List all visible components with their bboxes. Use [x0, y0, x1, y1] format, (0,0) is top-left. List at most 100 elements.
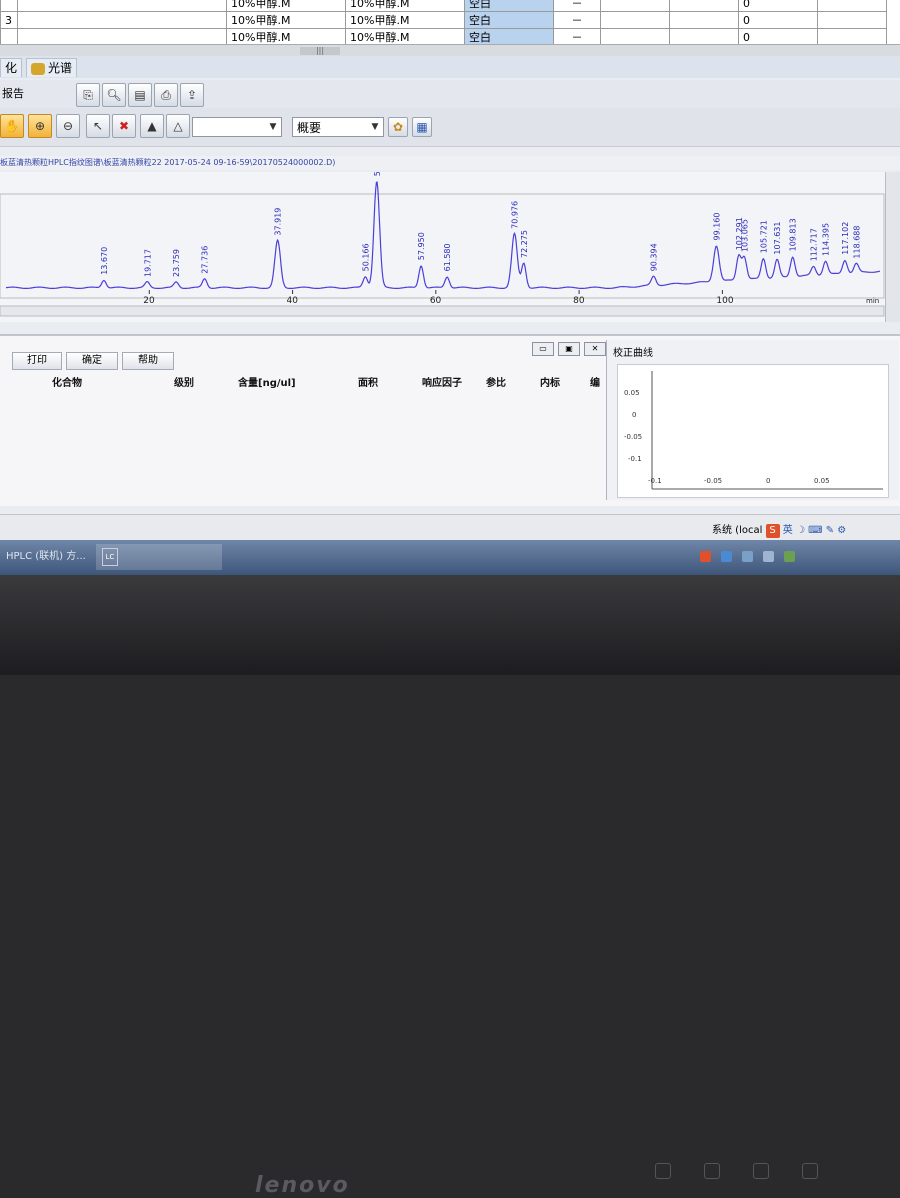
network-icon[interactable]	[721, 551, 733, 562]
taskbar-lc-window[interactable]: LC	[96, 544, 222, 570]
settings-button[interactable]: ✿	[388, 117, 408, 137]
zoom-out-button[interactable]: ⊖	[56, 114, 80, 138]
sogou-icon[interactable]	[700, 551, 711, 562]
x-tick-label: 0	[766, 477, 770, 485]
report-label: 报告	[2, 87, 24, 100]
table-row[interactable]: 3 10%甲醇.M 10%甲醇.M 空白 － 0	[0, 11, 887, 29]
zoom-in-button[interactable]: ⊕	[28, 114, 52, 138]
tab-spectrum[interactable]: 光谱	[26, 58, 78, 77]
preview-icon: 🔍︎	[106, 88, 122, 102]
peak-label: 72.275	[520, 230, 529, 258]
input-method-icon[interactable]: S	[765, 524, 780, 538]
battery-indicator-icon	[704, 1163, 721, 1179]
maximize-button[interactable]: ▣	[558, 342, 580, 356]
x-tick-label: 60	[430, 296, 442, 306]
calibration-panel: 打印 确定 帮助 ▭ ▣ ✕ 化合物 级别 含量[ng/ul] 面积 响应因子 …	[0, 334, 900, 506]
security-icon[interactable]	[784, 551, 796, 562]
table-view-button[interactable]: ▦	[412, 117, 432, 137]
y-tick-label: 0.05	[624, 389, 640, 397]
close-icon: ✕	[591, 344, 599, 353]
table-row[interactable]: 10%甲醇.M 10%甲醇.M 空白 － 0	[0, 28, 887, 46]
volume-icon[interactable]	[742, 551, 754, 562]
taskbar-hplc-window[interactable]: HPLC (联机) 方...	[0, 544, 96, 570]
peak-label: 50.166	[361, 243, 370, 271]
chart-vertical-scrollbar[interactable]	[885, 172, 900, 322]
status-bar: 系统 (local S 英 ☽ ⌨ ✎ ⚙	[0, 514, 900, 541]
col-reference[interactable]: 参比	[486, 374, 506, 389]
print-report-button[interactable]: 打印	[12, 352, 62, 370]
remove-peak-button[interactable]: △	[166, 114, 190, 138]
view-tabbar: 化 光谱	[0, 56, 900, 78]
zoom-in-icon: ⊕	[34, 119, 46, 133]
peak-label: 112.717	[810, 228, 819, 261]
chromatogram-chart[interactable]: 13.670 19.717 23.759 27.736 37.919 50.166 51.7…	[0, 172, 900, 322]
y-tick-label: -0.05	[624, 433, 642, 441]
wifi-indicator-icon	[655, 1163, 671, 1179]
preview-button[interactable]: 🔍︎	[102, 83, 126, 107]
export-icon: ⇪	[186, 88, 198, 102]
copy-button[interactable]: ⎘	[76, 83, 100, 107]
col-response-factor[interactable]: 响应因子	[422, 374, 462, 389]
minimize-button[interactable]: ▭	[532, 342, 554, 356]
peak-label: 114.395	[822, 223, 831, 256]
keyboard-icon[interactable]: 英 ☽ ⌨ ✎ ⚙	[783, 525, 846, 536]
confirm-button[interactable]: 确定	[66, 352, 118, 370]
help-button[interactable]: 帮助	[122, 352, 174, 370]
grid-icon: ▦	[416, 120, 428, 134]
select-button[interactable]: ↖	[86, 114, 110, 138]
tab-partial[interactable]: 化	[0, 58, 23, 77]
scrollbar-thumb[interactable]: |||	[300, 47, 340, 55]
delete-button[interactable]: ✖	[112, 114, 136, 138]
col-edit[interactable]: 编	[590, 374, 600, 389]
paste-button[interactable]: ▤	[128, 83, 152, 107]
signal-select[interactable]: ▼	[192, 117, 282, 137]
close-button[interactable]: ✕	[584, 342, 606, 356]
brand-logo: lenovo	[255, 1173, 350, 1198]
calibration-axes: 0.05 0 -0.05 -0.1 -0.1 -0.05 0 0.05	[624, 371, 883, 490]
peak-label: 27.736	[201, 246, 210, 274]
remove-peak-icon: △	[173, 119, 183, 133]
copy-icon: ⎘	[83, 88, 93, 102]
peak-label: 118.688	[852, 226, 861, 259]
calibration-plot[interactable]: 0.05 0 -0.05 -0.1 -0.1 -0.05 0 0.05	[617, 364, 889, 498]
peak-label: 37.919	[274, 208, 283, 236]
col-area[interactable]: 面积	[358, 374, 378, 389]
x-tick-label: 40	[287, 296, 299, 306]
system-tray	[700, 546, 900, 570]
print-button[interactable]: ⎙	[154, 83, 178, 107]
peak-label: 107.631	[773, 222, 782, 255]
calibration-curve-title: 校正曲线	[613, 348, 653, 359]
flag-icon[interactable]	[763, 551, 775, 562]
col-internal-std[interactable]: 内标	[540, 374, 560, 389]
y-tick-label: 0	[632, 411, 636, 419]
peak-label: 109.813	[789, 218, 798, 251]
gear-icon: ✿	[392, 120, 404, 134]
peak-label: 103.065	[740, 219, 749, 252]
peak-label: 13.670	[100, 247, 109, 275]
status-items: 系统 (local S 英 ☽ ⌨ ✎ ⚙	[712, 521, 846, 538]
add-peak-icon: ▲	[147, 119, 157, 133]
system-status: 系统 (local	[712, 525, 763, 536]
add-peak-button[interactable]: ▲	[140, 114, 164, 138]
x-tick-label: 20	[143, 296, 155, 306]
pan-button[interactable]: ✋	[0, 114, 24, 138]
lc-icon: LC	[102, 548, 118, 566]
col-amount[interactable]: 含量[ng/ul]	[238, 374, 296, 389]
peak-label: 70.976	[511, 201, 520, 229]
chart-toolbar: ✋ ⊕ ⊖ ↖ ✖ ▲ △ ▼ 概要 ▼ ✿ ▦	[0, 108, 900, 147]
spectrum-icon	[31, 62, 45, 75]
bezel-indicators	[655, 1163, 885, 1193]
col-level[interactable]: 级别	[174, 374, 194, 389]
chart-horizontal-scrollbar	[0, 305, 885, 317]
windows-taskbar: HPLC (联机) 方... LC	[0, 540, 900, 575]
view-mode-select[interactable]: 概要 ▼	[292, 117, 384, 137]
drive-indicator-icon	[802, 1163, 819, 1179]
table-row[interactable]: 10%甲醇.M 10%甲醇.M 空白 － 0	[0, 0, 887, 12]
export-button[interactable]: ⇪	[180, 83, 204, 107]
minimize-icon: ▭	[539, 344, 547, 353]
delete-icon: ✖	[118, 119, 130, 133]
x-axis-unit: min	[866, 297, 879, 305]
data-file-path: 板蓝清热颗粒HPLC指纹图谱\板蓝清热颗粒22 2017-05-24 09-16…	[0, 156, 900, 170]
col-compound[interactable]: 化合物	[52, 374, 82, 389]
peak-label: 117.102	[841, 222, 850, 255]
